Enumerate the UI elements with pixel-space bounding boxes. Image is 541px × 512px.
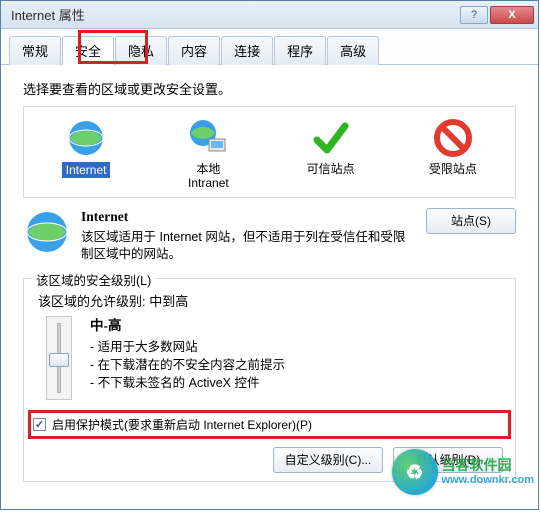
window-title: Internet 属性 (11, 5, 458, 24)
level-bullet-2: - 在下载潜在的不安全内容之前提示 (90, 356, 285, 374)
watermark-url: www.downkr.com (442, 474, 535, 486)
slider-thumb[interactable] (49, 353, 69, 367)
intranet-icon (187, 117, 229, 159)
watermark: ♻ 当客软件园 www.downkr.com (392, 449, 535, 495)
zone-select-label: 选择要查看的区域或更改安全设置。 (23, 79, 516, 98)
watermark-name: 当客软件园 (442, 458, 535, 473)
zone-label-intranet: 本地 Intranet (188, 162, 229, 191)
tab-programs[interactable]: 程序 (274, 36, 326, 65)
allowed-levels-label: 该区域的允许级别: 中到高 (38, 291, 503, 310)
zone-restricted[interactable]: 受限站点 (395, 115, 511, 193)
security-level-legend: 该区域的安全级别(L) (32, 270, 155, 289)
level-bullet-3: - 不下载未签名的 ActiveX 控件 (90, 374, 285, 392)
dialog-window: Internet 属性 ? X 常规 安全 隐私 内容 连接 程序 高级 选择要… (0, 0, 539, 510)
zone-list: Internet 本地 Intranet 可信站点 受限站点 (23, 106, 516, 198)
help-button[interactable]: ? (460, 6, 488, 24)
custom-level-button[interactable]: 自定义级别(C)... (273, 447, 383, 473)
zone-trusted[interactable]: 可信站点 (273, 115, 389, 193)
tab-content[interactable]: 内容 (168, 36, 220, 65)
tab-advanced[interactable]: 高级 (327, 36, 379, 65)
security-level-description: 中-高 - 适用于大多数网站 - 在下载潜在的不安全内容之前提示 - 不下载未签… (90, 316, 285, 400)
tab-privacy[interactable]: 隐私 (115, 36, 167, 65)
zone-label-restricted: 受限站点 (429, 162, 477, 176)
tab-general[interactable]: 常规 (9, 36, 61, 65)
zone-desc-heading: Internet (81, 208, 416, 227)
zone-intranet[interactable]: 本地 Intranet (150, 115, 266, 193)
protected-mode-checkbox[interactable]: ✓ (33, 418, 46, 431)
restricted-icon (432, 117, 474, 159)
close-button[interactable]: X (490, 6, 534, 24)
tab-strip: 常规 安全 隐私 内容 连接 程序 高级 (1, 29, 538, 65)
zone-description: Internet 该区域适用于 Internet 网站，但不适用于列在受信任和受… (23, 208, 516, 264)
tab-panel-security: 选择要查看的区域或更改安全设置。 Internet 本地 Intranet 可信… (1, 65, 538, 482)
sites-button[interactable]: 站点(S) (426, 208, 516, 234)
level-name: 中-高 (90, 316, 285, 336)
zone-desc-body: 该区域适用于 Internet 网站，但不适用于列在受信任和受限制区域中的网站。 (81, 229, 416, 264)
protected-mode-label: 启用保护模式(要求重新启动 Internet Explorer)(P) (52, 416, 312, 433)
protected-mode-row: ✓ 启用保护模式(要求重新启动 Internet Explorer)(P) (28, 410, 511, 439)
globe-icon (65, 117, 107, 159)
security-level-slider[interactable] (46, 316, 72, 400)
zone-internet[interactable]: Internet (28, 115, 144, 193)
level-bullet-1: - 适用于大多数网站 (90, 338, 285, 356)
zone-label-trusted: 可信站点 (307, 162, 355, 176)
watermark-logo-icon: ♻ (392, 449, 438, 495)
titlebar: Internet 属性 ? X (1, 1, 538, 29)
globe-large-icon (23, 208, 71, 256)
zone-label-internet: Internet (62, 162, 111, 178)
check-icon (310, 117, 352, 159)
tab-connections[interactable]: 连接 (221, 36, 273, 65)
tab-security[interactable]: 安全 (62, 36, 114, 65)
